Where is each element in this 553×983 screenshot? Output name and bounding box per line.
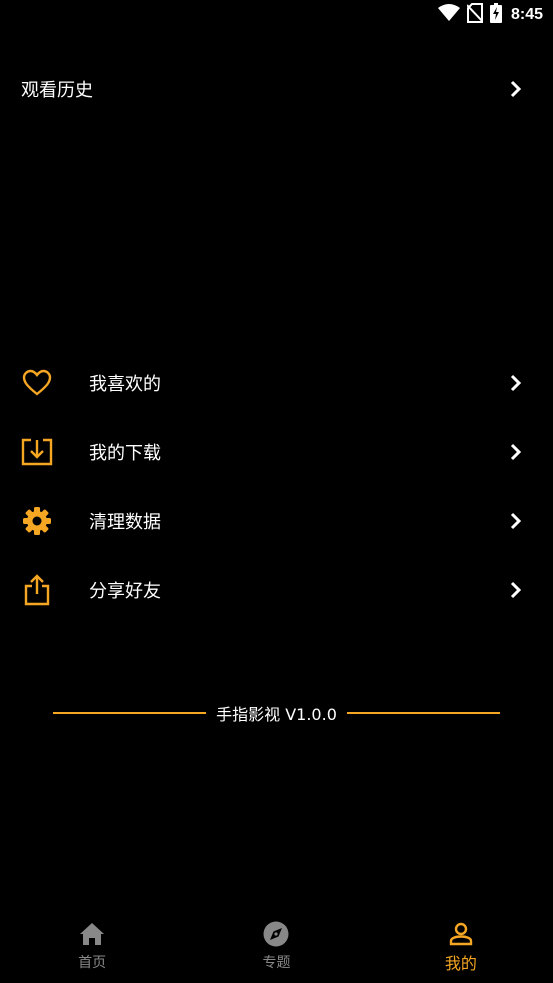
nav-label-topics: 专题 (262, 955, 291, 971)
divider-right (346, 712, 500, 714)
status-icons: 8:45 (437, 3, 543, 27)
divider-left (53, 712, 207, 714)
bottom-nav: 首页 专题 我的 (0, 910, 553, 983)
heart-icon (21, 367, 53, 399)
watch-history-row[interactable]: 观看历史 (0, 64, 553, 114)
wifi-icon (437, 4, 460, 26)
app-version: 手指影视 V1.0.0 (53, 700, 500, 726)
version-text: 手指影视 V1.0.0 (216, 705, 337, 724)
status-time: 8:45 (510, 6, 543, 23)
person-icon (447, 920, 475, 948)
download-icon (21, 436, 53, 468)
chevron-right-icon (509, 373, 523, 393)
menu-label-favorites: 我喜欢的 (89, 374, 161, 395)
watch-history-label: 观看历史 (21, 80, 93, 101)
menu-item-share[interactable]: 分享好友 (0, 565, 553, 615)
menu-item-clear-data[interactable]: 清理数据 (0, 496, 553, 546)
nav-label-home: 首页 (78, 955, 107, 971)
compass-icon (262, 920, 290, 948)
menu-item-downloads[interactable]: 我的下载 (0, 427, 553, 477)
menu-label-share: 分享好友 (89, 581, 161, 602)
nav-tab-mine[interactable]: 我的 (369, 910, 553, 983)
no-sim-icon (466, 3, 484, 27)
chevron-right-icon (509, 79, 523, 99)
status-bar: 8:45 (0, 0, 553, 30)
nav-tab-home[interactable]: 首页 (0, 910, 184, 983)
nav-tab-topics[interactable]: 专题 (184, 910, 368, 983)
chevron-right-icon (509, 580, 523, 600)
menu-label-downloads: 我的下载 (89, 443, 161, 464)
home-icon (78, 920, 106, 948)
battery-charging-icon (489, 3, 502, 27)
chevron-right-icon (509, 442, 523, 462)
share-icon (21, 574, 53, 606)
menu-label-clear-data: 清理数据 (89, 512, 161, 533)
gear-icon (21, 505, 53, 537)
nav-label-mine: 我的 (444, 954, 477, 973)
menu-item-favorites[interactable]: 我喜欢的 (0, 358, 553, 408)
chevron-right-icon (509, 511, 523, 531)
